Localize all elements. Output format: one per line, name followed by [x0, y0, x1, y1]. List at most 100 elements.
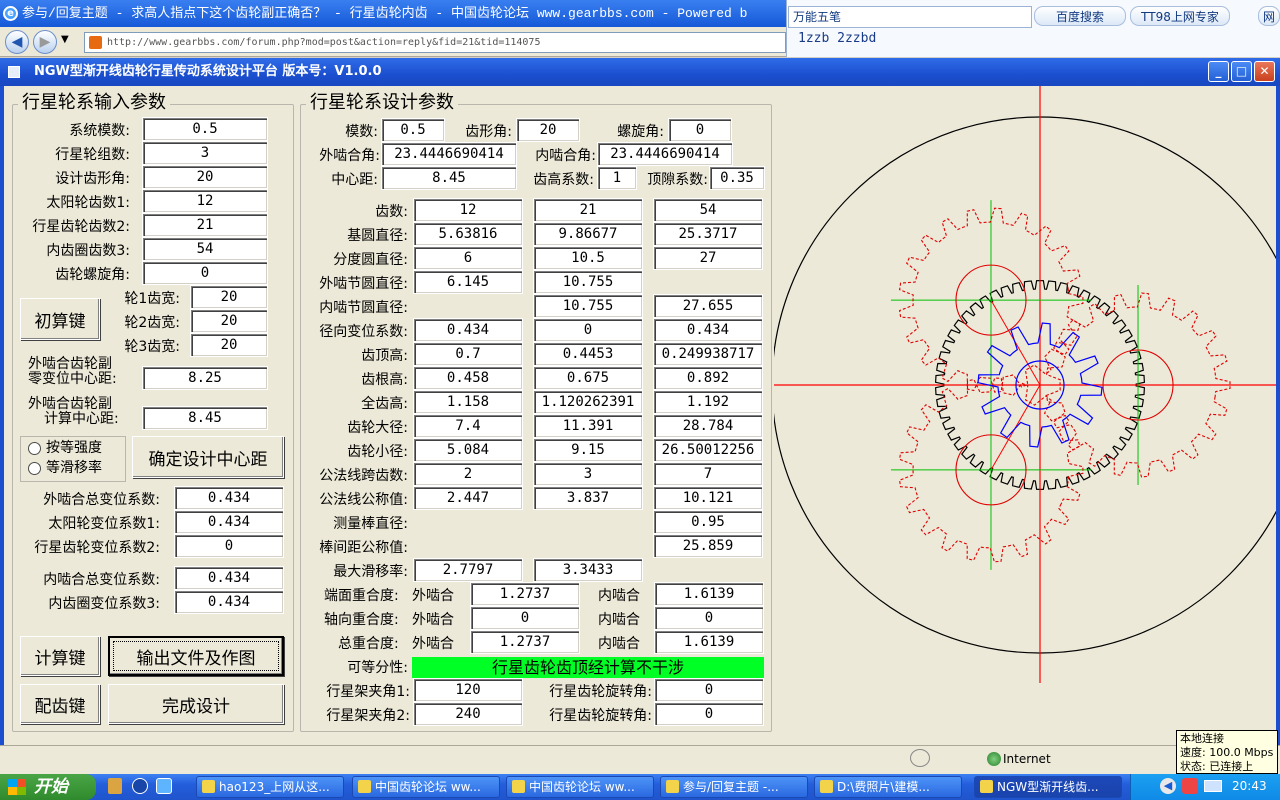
task-item-4[interactable]: D:\费照片\建模...	[814, 776, 962, 798]
design-cell-9-0[interactable]: 7.4	[413, 414, 523, 438]
zero-center-field[interactable]: 8.25	[142, 366, 268, 390]
input-field-0[interactable]: 0.5	[142, 117, 268, 141]
design-cell-1-2[interactable]: 25.3717	[653, 222, 763, 246]
design-cell-1-0[interactable]: 5.63816	[413, 222, 523, 246]
design-cell-15-0[interactable]: 2.7797	[413, 558, 523, 582]
int-mesh-angle-field[interactable]: 23.4446690414	[597, 142, 733, 166]
ring-shift-field[interactable]: 0.434	[174, 590, 284, 614]
task-item-3[interactable]: 参与/回复主题 -...	[660, 776, 808, 798]
design-cell-7-0[interactable]: 0.458	[413, 366, 523, 390]
confirm-center-button[interactable]: 确定设计中心距	[132, 436, 284, 478]
design-cell-11-2[interactable]: 7	[653, 462, 763, 486]
input-field-6[interactable]: 0	[142, 261, 268, 285]
tt98-tab[interactable]: TT98上网专家	[1130, 6, 1230, 26]
transverse-int-field[interactable]: 1.6139	[654, 582, 764, 606]
design-cell-10-1[interactable]: 9.15	[533, 438, 643, 462]
design-cell-2-1[interactable]: 10.5	[533, 246, 643, 270]
tray-arrow-icon[interactable]: ◀	[1160, 778, 1176, 794]
design-cell-0-2[interactable]: 54	[653, 198, 763, 222]
back-arrow-icon[interactable]: ◀	[5, 30, 29, 54]
axial-int-field[interactable]: 0	[654, 606, 764, 630]
quicklaunch-icon-1[interactable]	[108, 778, 122, 794]
design-cell-5-0[interactable]: 0.434	[413, 318, 523, 342]
equal-slip-radio[interactable]	[28, 462, 41, 475]
input-field-2[interactable]: 20	[142, 165, 268, 189]
carrier-angle-2-field[interactable]: 240	[413, 702, 523, 726]
design-cell-7-1[interactable]: 0.675	[533, 366, 643, 390]
task-item-1[interactable]: 中国齿轮论坛 ww...	[352, 776, 500, 798]
clearance-coef-field[interactable]: 0.35	[709, 166, 765, 190]
tooth-match-button[interactable]: 配齿键	[20, 684, 100, 724]
total-int-field[interactable]: 1.6139	[654, 630, 764, 654]
baidu-search-tab[interactable]: 百度搜索	[1034, 6, 1126, 26]
forward-arrow-icon[interactable]: ▶	[33, 30, 57, 54]
module-field[interactable]: 0.5	[381, 118, 445, 142]
design-cell-12-1[interactable]: 3.837	[533, 486, 643, 510]
calculate-button[interactable]: 计算键	[20, 636, 100, 676]
face-width-field-1[interactable]: 20	[190, 309, 268, 333]
profile-angle-field[interactable]: 20	[516, 118, 580, 142]
initial-calc-button[interactable]: 初算键	[20, 298, 100, 340]
quicklaunch-ie-icon[interactable]	[156, 778, 172, 794]
design-cell-9-1[interactable]: 11.391	[533, 414, 643, 438]
design-cell-6-2[interactable]: 0.249938717	[653, 342, 763, 366]
close-icon[interactable]: ✕	[1254, 61, 1275, 82]
design-cell-4-2[interactable]: 27.655	[653, 294, 763, 318]
design-cell-11-1[interactable]: 3	[533, 462, 643, 486]
calc-center-field[interactable]: 8.45	[142, 406, 268, 430]
tray-network-icon[interactable]	[1204, 780, 1222, 792]
design-cell-15-1[interactable]: 3.3433	[533, 558, 643, 582]
design-cell-9-2[interactable]: 28.784	[653, 414, 763, 438]
web-tab[interactable]: 网	[1258, 6, 1280, 26]
design-cell-5-2[interactable]: 0.434	[653, 318, 763, 342]
design-cell-10-0[interactable]: 5.084	[413, 438, 523, 462]
design-cell-8-1[interactable]: 1.120262391	[533, 390, 643, 414]
maximize-icon[interactable]: □	[1231, 61, 1252, 82]
design-cell-6-0[interactable]: 0.7	[413, 342, 523, 366]
address-bar[interactable]: http://www.gearbbs.com/forum.php?mod=pos…	[84, 32, 786, 53]
design-cell-2-0[interactable]: 6	[413, 246, 523, 270]
task-item-5[interactable]: NGW型渐开线齿...	[974, 776, 1122, 798]
design-cell-7-2[interactable]: 0.892	[653, 366, 763, 390]
planet-rotation-2-field[interactable]: 0	[654, 702, 764, 726]
design-cell-0-1[interactable]: 21	[533, 198, 643, 222]
design-cell-5-1[interactable]: 0	[533, 318, 643, 342]
design-cell-8-0[interactable]: 1.158	[413, 390, 523, 414]
design-cell-8-2[interactable]: 1.192	[653, 390, 763, 414]
input-field-4[interactable]: 21	[142, 213, 268, 237]
addendum-coef-field[interactable]: 1	[597, 166, 637, 190]
shift-field-2[interactable]: 0	[174, 534, 284, 558]
design-cell-2-2[interactable]: 27	[653, 246, 763, 270]
shift-field-1[interactable]: 0.434	[174, 510, 284, 534]
minimize-icon[interactable]: _	[1208, 61, 1229, 82]
tray-qq-icon[interactable]	[1182, 778, 1198, 794]
design-cell-12-0[interactable]: 2.447	[413, 486, 523, 510]
inner-total-shift-field[interactable]: 0.434	[174, 566, 284, 590]
helix-angle-field[interactable]: 0	[668, 118, 732, 142]
carrier-angle-1-field[interactable]: 120	[413, 678, 523, 702]
design-cell-12-2[interactable]: 10.121	[653, 486, 763, 510]
equal-strength-radio[interactable]	[28, 442, 41, 455]
input-field-5[interactable]: 54	[142, 237, 268, 261]
task-item-0[interactable]: hao123_上网从这...	[196, 776, 344, 798]
axial-ext-field[interactable]: 0	[470, 606, 580, 630]
quicklaunch-icon-2[interactable]	[132, 778, 148, 794]
design-cell-14-2[interactable]: 25.859	[653, 534, 763, 558]
total-ext-field[interactable]: 1.2737	[470, 630, 580, 654]
input-field-1[interactable]: 3	[142, 141, 268, 165]
design-cell-3-0[interactable]: 6.145	[413, 270, 523, 294]
output-and-draw-button[interactable]: 输出文件及作图	[108, 636, 284, 676]
design-cell-10-2[interactable]: 26.50012256	[653, 438, 763, 462]
input-field-3[interactable]: 12	[142, 189, 268, 213]
design-cell-0-0[interactable]: 12	[413, 198, 523, 222]
design-cell-13-2[interactable]: 0.95	[653, 510, 763, 534]
center-distance-field[interactable]: 8.45	[381, 166, 517, 190]
shift-field-0[interactable]: 0.434	[174, 486, 284, 510]
design-cell-4-1[interactable]: 10.755	[533, 294, 643, 318]
design-cell-3-1[interactable]: 10.755	[533, 270, 643, 294]
face-width-field-0[interactable]: 20	[190, 285, 268, 309]
finish-design-button[interactable]: 完成设计	[108, 684, 284, 724]
ext-mesh-angle-field[interactable]: 23.4446690414	[381, 142, 517, 166]
transverse-ext-field[interactable]: 1.2737	[470, 582, 580, 606]
task-item-2[interactable]: 中国齿轮论坛 ww...	[506, 776, 654, 798]
